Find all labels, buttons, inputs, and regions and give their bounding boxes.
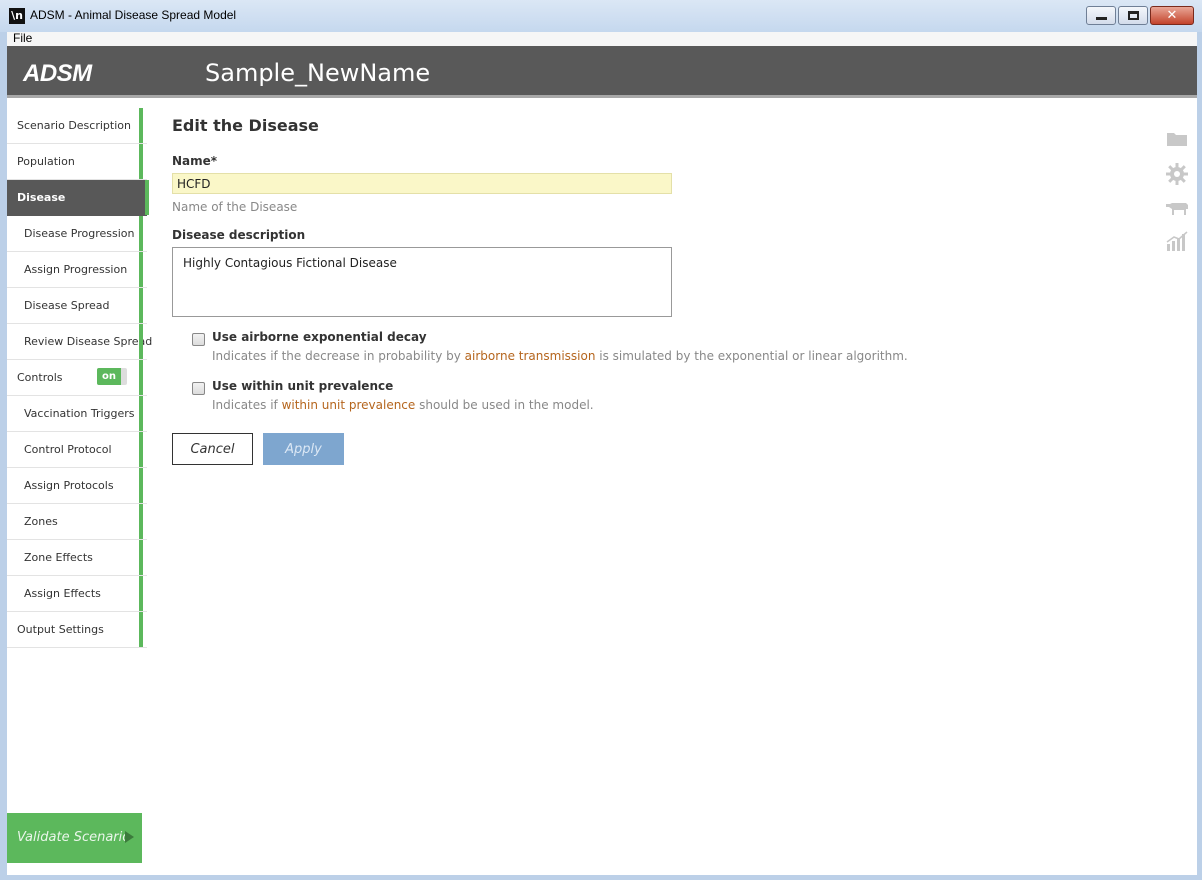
status-indicator [139, 540, 143, 575]
close-icon: ✕ [1166, 8, 1178, 23]
sidebar-item-label: Zones [24, 515, 58, 528]
sidebar-item-assign-protocols[interactable]: Assign Protocols [7, 468, 147, 504]
toggle-state: on [97, 368, 121, 385]
chart-icon[interactable] [1165, 230, 1191, 254]
sidebar-item-label: Assign Effects [24, 587, 101, 600]
sidebar-item-label: Control Protocol [24, 443, 112, 456]
sidebar-item-control-protocol[interactable]: Control Protocol [7, 432, 147, 468]
status-indicator [145, 180, 149, 215]
airborne-transmission-link[interactable]: airborne transmission [465, 349, 596, 363]
name-label: Name* [172, 154, 218, 168]
maximize-button[interactable] [1118, 6, 1148, 25]
status-indicator [139, 612, 143, 647]
description-label: Disease description [172, 228, 306, 242]
status-indicator [139, 324, 143, 359]
controls-toggle[interactable]: on [97, 368, 127, 385]
sidebar-item-label: Zone Effects [24, 551, 93, 564]
page-title: Edit the Disease [172, 116, 319, 135]
unit-prevalence-checkbox[interactable] [192, 382, 205, 395]
status-indicator [139, 252, 143, 287]
minimize-icon [1096, 17, 1107, 20]
sidebar-item-label: Assign Progression [24, 263, 128, 276]
name-input[interactable] [172, 173, 672, 194]
minimize-button[interactable] [1086, 6, 1116, 25]
sidebar-item-disease[interactable]: Disease [7, 180, 149, 216]
scenario-name: Sample_NewName [205, 59, 431, 87]
unit-prevalence-label[interactable]: Use within unit prevalence [212, 379, 393, 393]
sidebar-item-label: Population [17, 155, 75, 168]
status-indicator [139, 144, 143, 179]
sidebar-item-zones[interactable]: Zones [7, 504, 147, 540]
airborne-decay-checkbox[interactable] [192, 333, 205, 346]
status-indicator [139, 396, 143, 431]
gear-icon[interactable] [1165, 162, 1191, 186]
status-indicator [139, 288, 143, 323]
sidebar-item-review-disease-spread[interactable]: Review Disease Spread [7, 324, 152, 360]
maximize-icon [1128, 11, 1139, 20]
folder-icon[interactable] [1165, 128, 1191, 152]
sidebar-item-label: Disease [17, 191, 66, 204]
sidebar-item-assign-effects[interactable]: Assign Effects [7, 576, 147, 612]
sidebar-item-output-settings[interactable]: Output Settings [7, 612, 147, 648]
sidebar-item-vaccination-triggers[interactable]: Vaccination Triggers [7, 396, 147, 432]
status-indicator [139, 504, 143, 539]
sidebar-item-label: Controls [17, 371, 63, 384]
menu-file[interactable]: File [13, 32, 32, 45]
sidebar-item-label: Disease Progression [24, 227, 135, 240]
status-indicator [139, 576, 143, 611]
header-divider [7, 95, 1197, 98]
name-help-text: Name of the Disease [172, 200, 298, 214]
sidebar-item-controls[interactable]: Controls on [7, 360, 147, 396]
play-arrow-icon [125, 831, 134, 843]
status-indicator [139, 468, 143, 503]
close-button[interactable]: ✕ [1150, 6, 1194, 25]
sidebar-item-disease-progression[interactable]: Disease Progression [7, 216, 147, 252]
adsm-logo[interactable]: ADSM [23, 60, 92, 88]
app-header: ADSM Sample_NewName [7, 46, 1197, 98]
sidebar-item-zone-effects[interactable]: Zone Effects [7, 540, 147, 576]
app-client-area: ADSM Sample_NewName Scenario Description… [7, 46, 1197, 875]
sidebar-item-population[interactable]: Population [7, 144, 147, 180]
cancel-button[interactable]: Cancel [172, 433, 253, 465]
validate-scenario-button[interactable]: Validate Scenario [7, 813, 142, 863]
status-indicator [139, 432, 143, 467]
within-unit-prevalence-link[interactable]: within unit prevalence [282, 398, 416, 412]
sidebar-item-label: Assign Protocols [24, 479, 114, 492]
sidebar-item-label: Disease Spread [24, 299, 110, 312]
sidebar-item-scenario-description[interactable]: Scenario Description [7, 108, 147, 144]
sidebar-item-label: Scenario Description [17, 119, 131, 132]
sidebar-item-disease-spread[interactable]: Disease Spread [7, 288, 147, 324]
app-icon: \n [9, 8, 25, 24]
status-indicator [139, 108, 143, 143]
airborne-decay-help: Indicates if the decrease in probability… [212, 349, 908, 363]
cow-icon[interactable] [1165, 198, 1191, 222]
status-indicator [139, 216, 143, 251]
menu-bar: File [7, 32, 1197, 46]
airborne-decay-label[interactable]: Use airborne exponential decay [212, 330, 427, 344]
sidebar-item-assign-progression[interactable]: Assign Progression [7, 252, 147, 288]
unit-prevalence-help: Indicates if within unit prevalence shou… [212, 398, 594, 412]
sidebar-item-label: Vaccination Triggers [24, 407, 135, 420]
sidebar-item-label: Output Settings [17, 623, 104, 636]
validate-scenario-label: Validate Scenario [17, 830, 131, 845]
apply-button[interactable]: Apply [263, 433, 344, 465]
sidebar-nav: Scenario Description Population Disease … [7, 108, 152, 648]
window-title: ADSM - Animal Disease Spread Model [30, 8, 237, 22]
status-indicator [139, 360, 143, 395]
sidebar-item-label: Review Disease Spread [24, 335, 153, 348]
window-titlebar[interactable]: \n ADSM - Animal Disease Spread Model ✕ [0, 0, 1202, 32]
description-textarea[interactable]: Highly Contagious Fictional Disease [172, 247, 672, 317]
